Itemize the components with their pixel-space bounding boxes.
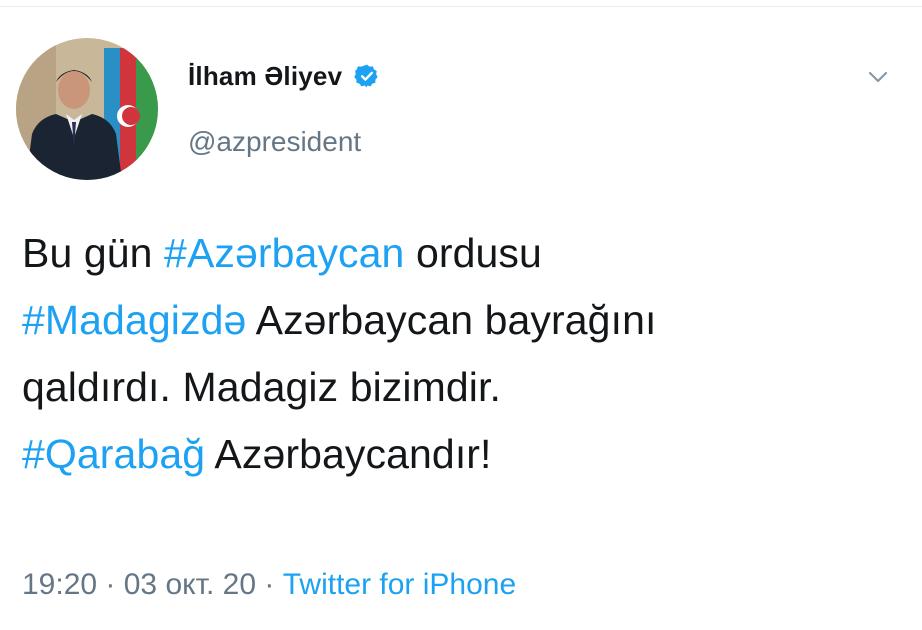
chevron-down-icon: [868, 71, 888, 83]
tweet-line-1: Bu gün #Azərbaycan ordusu: [22, 220, 902, 287]
tweet-line-4: #Qarabağ Azərbaycandır!: [22, 421, 902, 488]
verified-badge-icon: [354, 63, 380, 89]
tweet-menu-button[interactable]: [860, 62, 896, 92]
tweet-card: İlham Əliyev @azpresident Bu gün #Azərba…: [0, 0, 922, 630]
tweet-text-segment: Bu gün: [22, 230, 165, 276]
tweet-meta: 19:20 · 03 окт. 20 · Twitter for iPhone: [22, 568, 516, 602]
tweet-text-segment: qaldırdı. Madagiz bizimdir.: [22, 364, 501, 410]
meta-separator: ·: [97, 568, 124, 601]
profile-photo: [16, 38, 158, 180]
tweet-line-2: #Madagizdə Azərbaycan bayrağını: [22, 287, 902, 354]
author-name-row: İlham Əliyev: [188, 58, 380, 94]
tweet-source-link[interactable]: Twitter for iPhone: [283, 568, 516, 601]
tweet-text-segment: Azərbaycandır!: [205, 431, 492, 477]
hashtag-link[interactable]: #Qarabağ: [22, 431, 205, 477]
tweet-time[interactable]: 19:20: [22, 568, 97, 601]
tweet-text-segment: Azərbaycan bayrağını: [246, 297, 657, 343]
avatar[interactable]: [16, 38, 158, 180]
tweet-text: Bu gün #Azərbaycan ordusu #Madagizdə Azə…: [22, 220, 902, 488]
hashtag-link[interactable]: #Azərbaycan: [164, 230, 404, 276]
author-display-name[interactable]: İlham Əliyev: [188, 61, 342, 92]
top-divider: [0, 6, 922, 7]
tweet-text-segment: ordusu: [404, 230, 542, 276]
hashtag-link[interactable]: #Madagizdə: [22, 297, 246, 343]
author-handle[interactable]: @azpresident: [188, 126, 361, 158]
tweet-line-3: qaldırdı. Madagiz bizimdir.: [22, 354, 902, 421]
tweet-date[interactable]: 03 окт. 20: [124, 568, 256, 601]
meta-separator: ·: [256, 568, 283, 601]
